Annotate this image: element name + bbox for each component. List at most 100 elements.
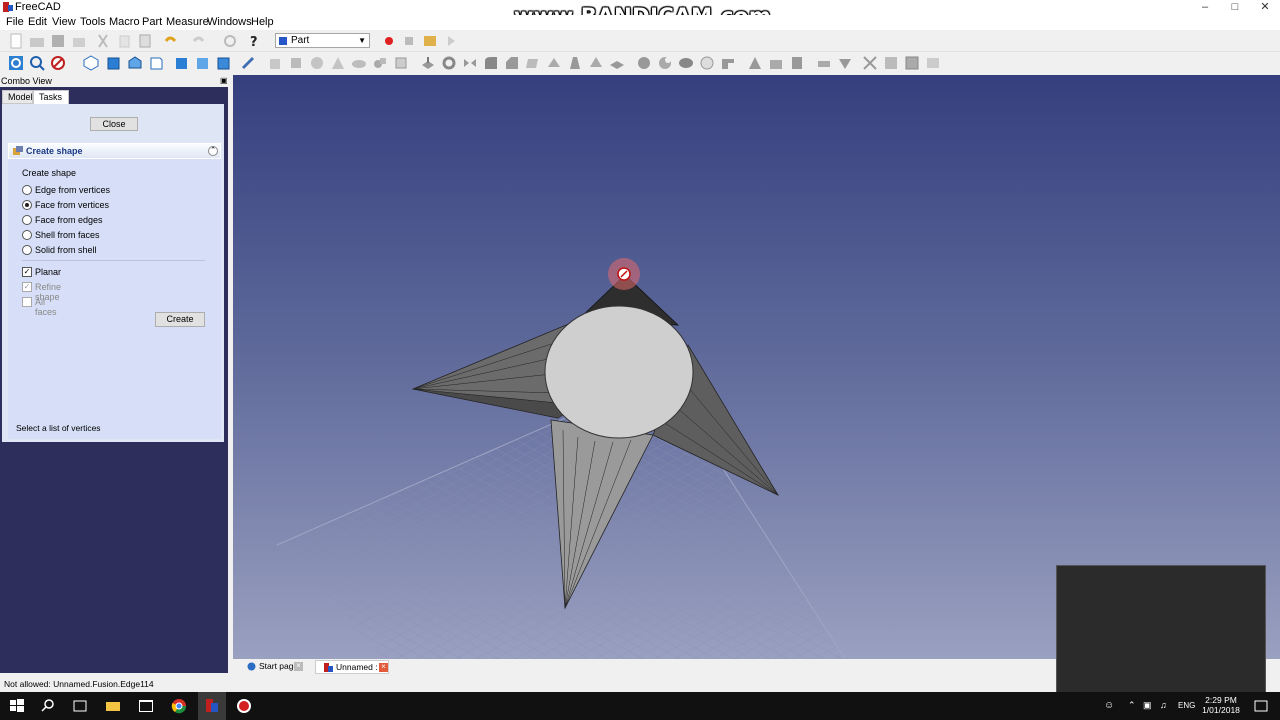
cut-icon[interactable] (95, 33, 111, 49)
tray-chevron-icon[interactable]: ⌃ (1128, 700, 1136, 711)
menu-view[interactable]: View (52, 16, 76, 28)
measure-icon[interactable] (240, 55, 256, 71)
view-front-icon[interactable] (106, 55, 122, 71)
fillet-icon[interactable] (483, 55, 499, 71)
projection-icon[interactable] (862, 55, 878, 71)
windows-start-icon[interactable] (8, 697, 26, 715)
chrome-icon[interactable] (170, 697, 188, 715)
radio-button[interactable] (22, 215, 32, 225)
whats-this-icon[interactable]: ? (247, 33, 263, 49)
menu-part[interactable]: Part (142, 16, 162, 28)
menu-tools[interactable]: Tools (80, 16, 106, 28)
close-window-button[interactable]: ✕ (1250, 0, 1280, 15)
refresh-icon[interactable] (222, 33, 238, 49)
undo-icon[interactable] (162, 33, 178, 49)
mirror-icon[interactable] (462, 55, 478, 71)
part-cone-icon[interactable] (330, 55, 346, 71)
attachment-icon[interactable] (883, 55, 899, 71)
close-tab-icon[interactable]: × (379, 663, 388, 672)
menu-file[interactable]: File (6, 16, 24, 28)
people-icon[interactable]: ☺ (1104, 700, 1114, 711)
freecad-taskbar-icon[interactable] (203, 697, 221, 715)
menu-help[interactable]: Help (251, 16, 274, 28)
fuse-icon[interactable] (678, 55, 694, 71)
extrude-icon[interactable] (420, 55, 436, 71)
maximize-button[interactable]: □ (1220, 0, 1250, 15)
file-explorer-icon[interactable] (104, 697, 122, 715)
make-face-icon[interactable] (525, 55, 541, 71)
shape-info-icon[interactable] (925, 55, 941, 71)
view-top-icon[interactable] (127, 55, 143, 71)
view-left-icon[interactable] (215, 55, 231, 71)
chamfer-icon[interactable] (504, 55, 520, 71)
part-torus-icon[interactable] (351, 55, 367, 71)
draw-style-icon[interactable] (50, 55, 66, 71)
new-document-icon[interactable] (8, 33, 24, 49)
edit-macro-icon[interactable] (422, 33, 438, 49)
search-icon[interactable] (39, 697, 57, 715)
notifications-icon[interactable] (1252, 697, 1270, 715)
minimize-button[interactable]: – (1190, 0, 1220, 15)
tab-unnamed[interactable]: Unnamed : 1* × (315, 660, 389, 674)
radio-button[interactable] (22, 185, 32, 195)
part-cube-icon[interactable] (288, 55, 304, 71)
part-primitives-icon[interactable] (372, 55, 388, 71)
network-icon[interactable]: ▣ (1143, 700, 1152, 711)
boolean-icon[interactable] (636, 55, 652, 71)
fit-all-icon[interactable] (8, 55, 24, 71)
radio-button[interactable] (22, 200, 32, 210)
workbench-selector[interactable]: Part ▼ (275, 33, 370, 48)
loft-icon[interactable] (567, 55, 583, 71)
terminal-icon[interactable] (137, 697, 155, 715)
save-icon[interactable] (50, 33, 66, 49)
radio-button[interactable] (22, 230, 32, 240)
copy-icon[interactable] (116, 33, 132, 49)
input-language[interactable]: ENG (1178, 701, 1195, 710)
task-view-icon[interactable] (71, 697, 89, 715)
menu-edit[interactable]: Edit (28, 16, 47, 28)
menu-windows[interactable]: Windows (207, 16, 252, 28)
common-icon[interactable] (699, 55, 715, 71)
close-tab-icon[interactable]: × (294, 662, 303, 671)
fit-selection-icon[interactable] (29, 55, 45, 71)
part-box-icon[interactable] (267, 55, 283, 71)
create-button[interactable]: Create (155, 312, 205, 327)
record-macro-icon[interactable] (381, 33, 397, 49)
view-isometric-icon[interactable] (83, 55, 99, 71)
run-macro-icon[interactable] (443, 33, 459, 49)
redo-icon[interactable] (191, 33, 207, 49)
section-icon[interactable] (609, 55, 625, 71)
cut-boolean-icon[interactable] (657, 55, 673, 71)
save-as-icon[interactable] (71, 33, 87, 49)
open-folder-icon[interactable] (29, 33, 45, 49)
split-icon[interactable] (747, 55, 763, 71)
join-features-icon[interactable] (720, 55, 736, 71)
sweep-icon[interactable] (588, 55, 604, 71)
close-task-button[interactable]: Close (90, 117, 138, 131)
view-right-icon[interactable] (148, 55, 164, 71)
color-per-face-icon[interactable] (904, 55, 920, 71)
tab-model[interactable]: Model (2, 90, 33, 104)
paste-icon[interactable] (137, 33, 153, 49)
ruled-surface-icon[interactable] (546, 55, 562, 71)
view-bottom-icon[interactable] (194, 55, 210, 71)
revolve-icon[interactable] (441, 55, 457, 71)
shape-builder-icon[interactable] (393, 55, 409, 71)
stop-macro-icon[interactable] (401, 33, 417, 49)
tab-tasks[interactable]: Tasks (33, 90, 69, 104)
menu-macro[interactable]: Macro (109, 16, 140, 28)
undock-icon[interactable]: ▣ (220, 76, 228, 85)
view-rear-icon[interactable] (173, 55, 189, 71)
bandicam-icon[interactable] (235, 697, 253, 715)
checkbox[interactable]: ✓ (22, 267, 32, 277)
radio-button[interactable] (22, 245, 32, 255)
part-sphere-icon[interactable] (309, 55, 325, 71)
compound-icon[interactable] (768, 55, 784, 71)
check-geometry-icon[interactable] (789, 55, 805, 71)
tab-start-page[interactable]: Start page × (239, 660, 303, 674)
collapse-chevron-icon[interactable]: ⌃ (208, 146, 218, 156)
volume-icon[interactable]: ♫ (1160, 700, 1167, 710)
thickness-icon[interactable] (816, 55, 832, 71)
offset-icon[interactable] (837, 55, 853, 71)
tray-clock[interactable]: 2:29 PM 1/01/2018 (1199, 695, 1243, 715)
